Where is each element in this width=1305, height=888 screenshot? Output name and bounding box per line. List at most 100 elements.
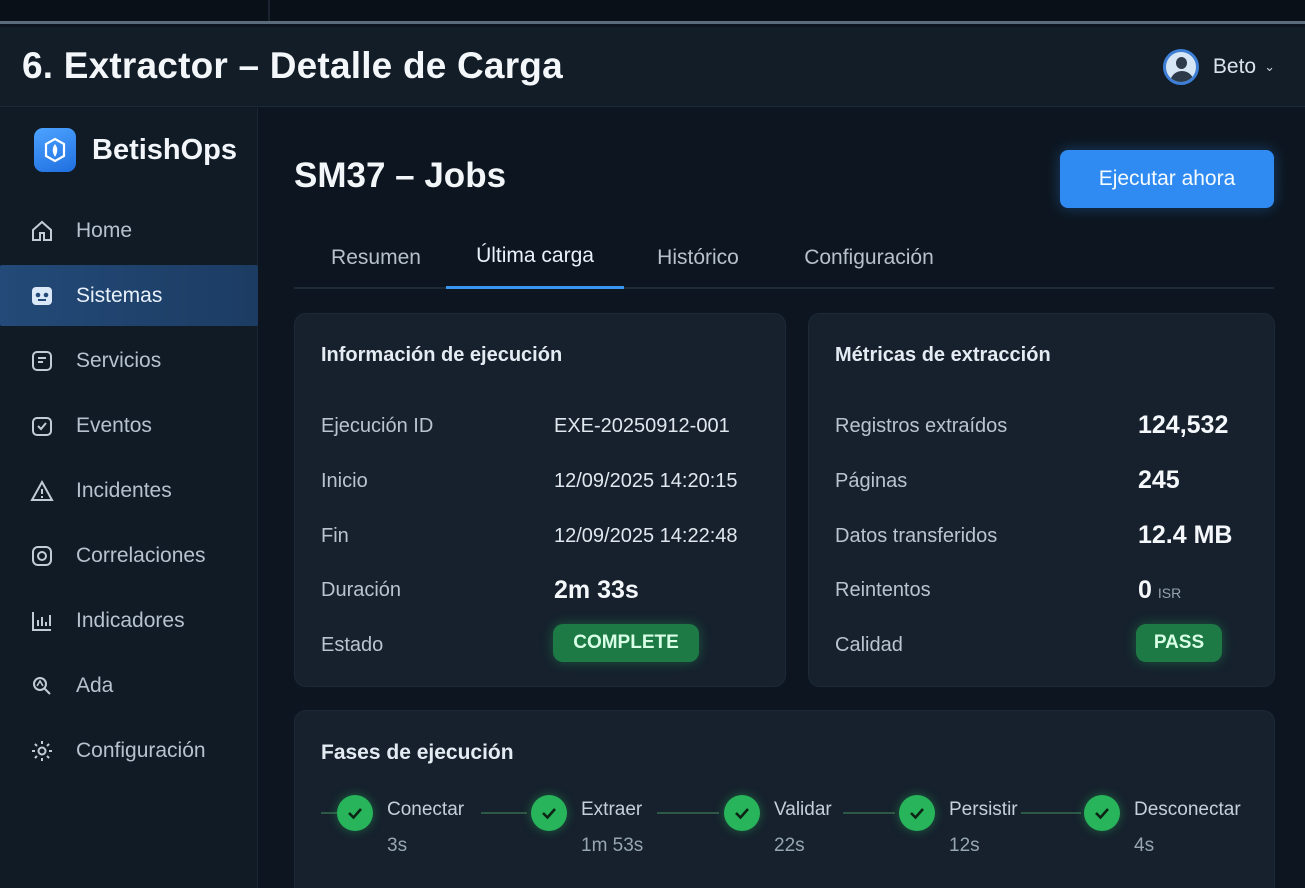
- check-icon: [531, 795, 567, 831]
- sidebar-item-label: Sistemas: [76, 283, 163, 307]
- run-now-button[interactable]: Ejecutar ahora: [1060, 150, 1274, 208]
- home-icon: [28, 217, 56, 245]
- sidebar-item-label: Configuración: [76, 738, 206, 762]
- start-label: Inicio: [321, 470, 368, 492]
- check-icon: [899, 795, 935, 831]
- retries-count: 0: [1138, 576, 1152, 604]
- brand[interactable]: BetishOps: [34, 128, 237, 172]
- records-label: Registros extraídos: [835, 415, 1008, 437]
- gear-icon: [28, 737, 56, 765]
- sidebar-item-label: Incidentes: [76, 478, 172, 502]
- check-icon: [337, 795, 373, 831]
- phase-duration: 3s: [387, 835, 408, 856]
- chart-icon: [28, 607, 56, 635]
- section-title: SM37 – Jobs: [294, 156, 507, 195]
- sidebar-item-home[interactable]: Home: [0, 200, 258, 261]
- phase-step: Conectar 3s: [337, 795, 464, 857]
- phase-step: Validar 22s: [724, 795, 832, 857]
- page-title: 6. Extractor – Detalle de Carga: [22, 45, 563, 86]
- avatar[interactable]: [1162, 49, 1199, 85]
- tab-bar: Resumen Última carga Histórico Configura…: [294, 226, 1274, 289]
- sidebar-item-ada[interactable]: Ada: [0, 655, 258, 716]
- phase-name: Validar: [774, 799, 832, 820]
- window-top-strip: [0, 0, 1305, 24]
- phase-connector: [657, 812, 719, 814]
- phase-step: Persistir 12s: [899, 795, 1018, 857]
- phase-name: Conectar: [387, 799, 465, 820]
- events-icon: [28, 412, 56, 440]
- sidebar-item-correlaciones[interactable]: Correlaciones: [0, 525, 258, 586]
- phase-duration: 22s: [774, 835, 805, 856]
- sidebar-item-incidentes[interactable]: Incidentes: [0, 460, 258, 521]
- quality-badge: PASS: [1136, 624, 1222, 662]
- main-content: SM37 – Jobs Ejecutar ahora Resumen Últim…: [258, 108, 1305, 888]
- execution-info-card: Información de ejecución Ejecución ID EX…: [294, 313, 786, 687]
- retries-value: 0 ISR: [1138, 576, 1181, 605]
- check-icon: [724, 795, 760, 831]
- status-badge: COMPLETE: [553, 624, 699, 662]
- phase-connector: [1021, 812, 1081, 814]
- execution-id-value: EXE-20250912-001: [554, 415, 730, 437]
- sidebar-nav: Home Sistemas Servicios Eventos Incident…: [0, 200, 258, 785]
- phase-name: Persistir: [949, 799, 1018, 820]
- card-title: Métricas de extracción: [835, 344, 1051, 366]
- sidebar-item-sistemas[interactable]: Sistemas: [0, 265, 258, 326]
- user-name: Beto: [1212, 55, 1257, 78]
- tab-ultima-carga[interactable]: Última carga: [446, 226, 624, 289]
- status-label: Estado: [321, 634, 384, 656]
- sidebar-item-configuracion[interactable]: Configuración: [0, 720, 258, 781]
- phase-duration: 12s: [949, 835, 980, 856]
- sidebar-item-eventos[interactable]: Eventos: [0, 395, 258, 456]
- correlations-icon: [28, 542, 56, 570]
- execution-id-label: Ejecución ID: [321, 415, 434, 437]
- sidebar: BetishOps Home Sistemas Servicios Evento…: [0, 108, 258, 888]
- quality-label: Calidad: [835, 634, 903, 656]
- duration-label: Duración: [321, 579, 402, 601]
- sidebar-item-label: Ada: [76, 673, 114, 697]
- chevron-down-icon[interactable]: ⌄: [1264, 59, 1275, 75]
- warning-icon: [28, 477, 56, 505]
- transferred-value: 12.4 MB: [1138, 521, 1233, 549]
- end-value: 12/09/2025 14:22:48: [554, 525, 738, 547]
- services-icon: [28, 347, 56, 375]
- phase-duration: 4s: [1134, 835, 1155, 856]
- sidebar-item-servicios[interactable]: Servicios: [0, 330, 258, 391]
- tab-configuracion[interactable]: Configuración: [784, 226, 954, 289]
- check-icon: [1084, 795, 1120, 831]
- phase-step: Extraer 1m 53s: [531, 795, 643, 857]
- user-menu[interactable]: Beto ⌄: [1162, 47, 1275, 87]
- phase-step: Desconectar 4s: [1084, 795, 1241, 857]
- retries-hint: ISR: [1157, 585, 1182, 601]
- phase-connector: [481, 812, 527, 814]
- ada-icon: [28, 672, 56, 700]
- phase-connector: [843, 812, 895, 814]
- sidebar-item-label: Correlaciones: [76, 543, 206, 567]
- pages-value: 245: [1138, 466, 1180, 494]
- records-value: 124,532: [1138, 411, 1229, 439]
- sidebar-item-indicadores[interactable]: Indicadores: [0, 590, 258, 651]
- sidebar-item-label: Home: [76, 218, 133, 242]
- card-title: Fases de ejecución: [321, 741, 514, 764]
- sidebar-item-label: Eventos: [76, 413, 152, 437]
- tab-historico[interactable]: Histórico: [638, 226, 758, 289]
- phase-connector: [321, 812, 337, 814]
- brand-logo-icon: [34, 128, 76, 172]
- tab-resumen[interactable]: Resumen: [308, 226, 444, 289]
- transferred-label: Datos transferidos: [835, 525, 998, 547]
- start-value: 12/09/2025 14:20:15: [554, 470, 738, 492]
- sidebar-item-label: Indicadores: [76, 608, 185, 632]
- retries-label: Reintentos: [835, 579, 931, 601]
- phase-name: Extraer: [581, 799, 643, 820]
- title-bar: 6. Extractor – Detalle de Carga Beto ⌄: [0, 27, 1305, 107]
- sidebar-item-label: Servicios: [76, 348, 162, 372]
- extraction-metrics-card: Métricas de extracción Registros extraíd…: [808, 313, 1275, 687]
- phase-name: Desconectar: [1134, 799, 1241, 820]
- execution-phases-card: Fases de ejecución Conectar 3s Extraer 1m …: [294, 710, 1275, 888]
- end-label: Fin: [321, 525, 349, 547]
- duration-value: 2m 33s: [554, 576, 639, 604]
- systems-icon: [28, 282, 56, 310]
- divider: [268, 0, 270, 21]
- phase-duration: 1m 53s: [581, 835, 644, 856]
- brand-name: BetishOps: [92, 133, 238, 166]
- pages-label: Páginas: [835, 470, 908, 492]
